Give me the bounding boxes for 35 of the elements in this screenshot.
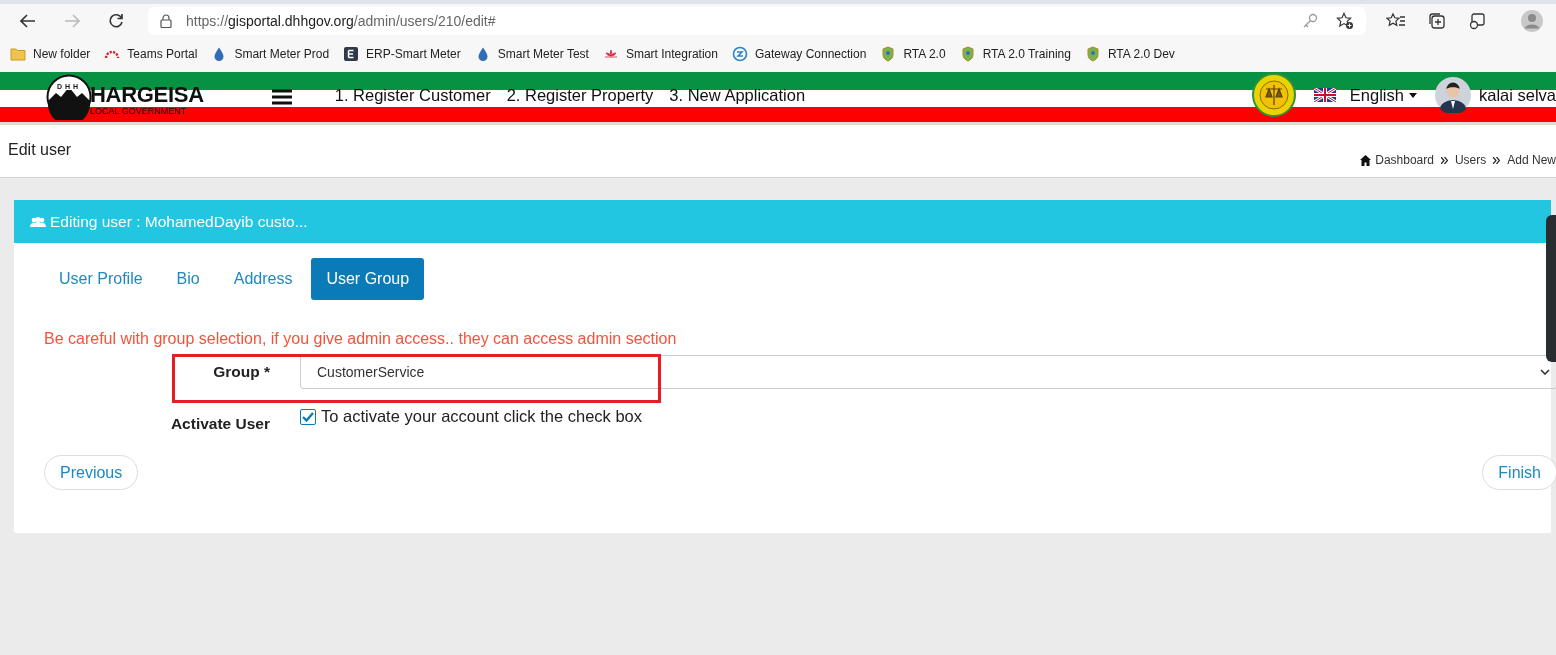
- logo-title: HARGEISA: [90, 84, 204, 106]
- bookmark-item[interactable]: RTA 2.0: [880, 45, 946, 62]
- group-select[interactable]: CustomerService: [300, 355, 1556, 389]
- group-label: Group *: [212, 363, 270, 381]
- tab[interactable]: User Group: [311, 258, 425, 300]
- bookmark-item[interactable]: RTA 2.0 Training: [959, 45, 1071, 62]
- tab[interactable]: Bio: [161, 258, 215, 300]
- bookmark-item[interactable]: Smart Integration: [602, 45, 718, 62]
- url-text: https://gisportal.dhhgov.org/admin/users/210/edit#: [186, 12, 497, 29]
- tab[interactable]: User Profile: [44, 258, 158, 300]
- user-name[interactable]: kalai selva: [1478, 85, 1556, 105]
- breadcrumb-link[interactable]: Dashboard: [1375, 153, 1434, 167]
- logo-subtitle: LOCAL GOVERNMENT: [90, 107, 188, 116]
- bookmark-item[interactable]: New folder: [10, 45, 91, 62]
- tab[interactable]: Address: [218, 258, 308, 300]
- warning-text: Be careful with group selection, if you give admin access.. they can access admin section: [44, 330, 678, 348]
- breadcrumb-link[interactable]: Add New: [1507, 153, 1556, 167]
- bookmark-item[interactable]: Smart Meter Test: [474, 45, 589, 62]
- bookmark-item[interactable]: Gateway Connection: [731, 45, 867, 62]
- activate-text: To activate your account click the check box: [321, 407, 642, 426]
- bookmark-item[interactable]: Teams Portal: [104, 45, 198, 62]
- nav-link[interactable]: 2. Register Property: [506, 85, 654, 105]
- bookmark-item[interactable]: Smart Meter Prod: [211, 45, 330, 62]
- card-title: Editing user : MohamedDayib custo...: [50, 212, 308, 231]
- breadcrumb-link[interactable]: Users: [1454, 153, 1487, 167]
- bookmark-item[interactable]: ERP-Smart Meter: [343, 45, 461, 62]
- nav-link[interactable]: 3. New Application: [669, 85, 806, 105]
- address-bar[interactable]: https://gisportal.dhhgov.org/admin/users/210/edit#: [148, 6, 1366, 35]
- finish-button[interactable]: Finish: [1482, 455, 1556, 490]
- nav-link[interactable]: 1. Register Customer: [334, 85, 491, 105]
- previous-button[interactable]: Previous: [44, 455, 139, 490]
- bookmark-item[interactable]: RTA 2.0 Dev: [1084, 45, 1175, 62]
- activate-label: Activate User: [169, 415, 270, 433]
- language-dropdown[interactable]: English: [1349, 85, 1417, 105]
- page-title: Edit user: [8, 141, 72, 160]
